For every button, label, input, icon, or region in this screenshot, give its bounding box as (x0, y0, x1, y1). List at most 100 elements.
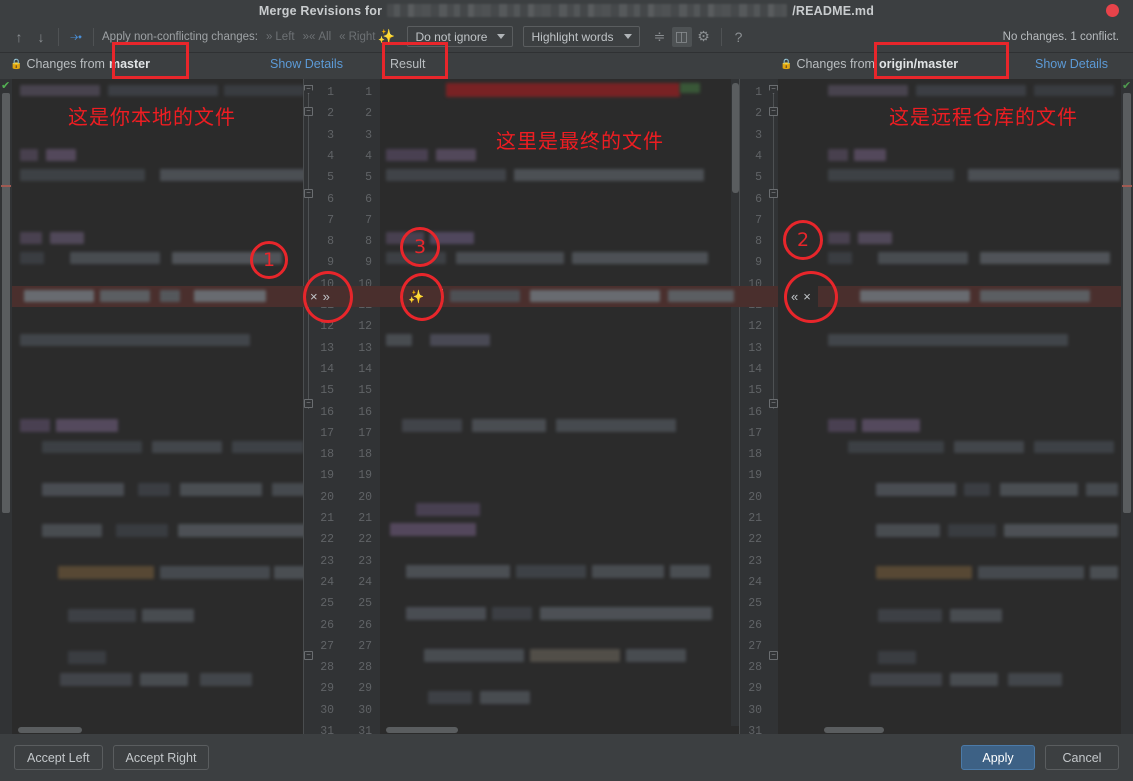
code-line-blur (178, 524, 304, 537)
code-line-blur (20, 419, 50, 432)
apply-non-conflicting-icon[interactable]: ⤞ (66, 27, 86, 47)
code-line-blur (480, 691, 530, 704)
code-line-blur (1034, 85, 1114, 96)
code-line-blur (46, 149, 76, 161)
code-line-blur (828, 85, 908, 96)
code-line-blur (878, 651, 916, 664)
code-line-blur (56, 419, 118, 432)
line-number: 12 (320, 320, 334, 334)
code-line-blur (50, 232, 84, 244)
line-number: 13 (358, 341, 372, 355)
line-number: 8 (327, 235, 334, 249)
fold-start-icon[interactable]: − (769, 189, 778, 198)
line-number: 17 (358, 426, 372, 440)
fold-start-icon[interactable]: − (304, 107, 313, 116)
line-number: 24 (748, 575, 762, 589)
line-number: 8 (755, 235, 762, 249)
code-line-blur (160, 169, 304, 181)
apply-right-button[interactable]: « Right (339, 31, 375, 43)
left-line-number-gutter: − − − − − 123456789101112131415161718192… (304, 79, 342, 737)
merge-revisions-window: Merge Revisions for /README.md ↑ ↓ ⤞ App… (0, 0, 1133, 781)
code-line-blur (224, 85, 304, 96)
apply-left-label: Left (275, 30, 295, 43)
right-show-details-label: Show Details (1035, 57, 1108, 71)
line-number: 29 (748, 682, 762, 696)
result-editor-pane[interactable] (380, 79, 740, 734)
apply-non-conflicting-label: Apply non-conflicting changes: (102, 30, 258, 43)
fold-start-icon[interactable]: − (304, 189, 313, 198)
code-line-blur (68, 651, 106, 664)
accept-left-button[interactable]: Accept Left (14, 745, 103, 770)
code-line-blur (20, 334, 250, 346)
right-scroll-thumb[interactable] (1123, 93, 1131, 513)
code-line-blur (828, 149, 848, 161)
code-line-blur (680, 83, 700, 93)
code-line-blur (968, 169, 1120, 181)
left-header-prefix: Changes from (26, 57, 105, 71)
fold-end-icon[interactable]: − (304, 85, 313, 94)
fold-start-icon[interactable]: − (769, 651, 778, 660)
left-show-details-label: Show Details (270, 57, 343, 71)
cancel-button[interactable]: Cancel (1045, 745, 1119, 770)
arrow-down-icon[interactable]: ↓ (31, 27, 51, 47)
apply-all-button[interactable]: »« All (303, 31, 332, 43)
arrow-up-icon[interactable]: ↑ (9, 27, 29, 47)
conflict-code-blur (100, 290, 150, 302)
annotation-circle-left-actions (303, 271, 353, 323)
line-number: 26 (748, 618, 762, 632)
code-line-blur (152, 441, 222, 453)
annotation-circle-right-actions (784, 271, 838, 323)
line-number: 28 (320, 661, 334, 675)
left-marker-bar[interactable]: ✔ (0, 79, 12, 734)
line-number: 14 (320, 362, 334, 376)
fold-line (308, 89, 309, 409)
line-number: 23 (358, 554, 372, 568)
line-number: 5 (365, 171, 372, 185)
line-number: 6 (327, 192, 334, 206)
right-show-details-link[interactable]: Show Details (1035, 57, 1108, 71)
annotation-marker-2-label: 2 (796, 229, 810, 251)
right-editor-pane[interactable] (818, 79, 1121, 734)
dialog-footer: Accept Left Accept Right Apply Cancel (0, 734, 1133, 781)
code-line-blur (200, 673, 252, 686)
side-by-side-icon[interactable]: ◫ (671, 26, 692, 47)
line-number: 1 (365, 86, 372, 99)
right-marker-bar[interactable]: ✔ (1121, 79, 1133, 734)
fold-start-icon[interactable]: − (769, 399, 778, 408)
collapse-unchanged-icon[interactable]: ≑ (650, 27, 670, 47)
annotation-box-left-branch (112, 42, 189, 79)
result-pane-hscrollbar[interactable] (380, 726, 740, 734)
code-line-blur (954, 441, 1024, 453)
accept-right-button[interactable]: Accept Right (112, 745, 210, 770)
left-editor-pane[interactable] (12, 79, 304, 734)
code-line-blur (20, 85, 100, 96)
fold-end-icon[interactable]: − (769, 85, 778, 94)
line-number: 19 (358, 469, 372, 483)
left-show-details-link[interactable]: Show Details (270, 57, 343, 71)
gear-icon[interactable]: ⚙ (694, 27, 714, 47)
right-pane-hscrollbar[interactable] (818, 726, 1121, 734)
line-number: 26 (358, 618, 372, 632)
no-problems-check-icon: ✔ (1122, 80, 1132, 92)
line-number: 3 (755, 128, 762, 142)
code-line-blur (978, 566, 1084, 579)
left-pane-hscrollbar[interactable] (12, 726, 304, 734)
question-mark-icon[interactable]: ? (729, 27, 749, 47)
code-line-blur (556, 419, 676, 432)
code-line-blur (980, 252, 1110, 264)
fold-start-icon[interactable]: − (769, 107, 778, 116)
line-number: 27 (748, 639, 762, 653)
left-scroll-thumb[interactable] (2, 93, 10, 513)
conflict-tick-marker (1, 185, 11, 187)
code-line-blur (592, 565, 664, 578)
apply-right-label: Right (348, 30, 376, 43)
line-number: 4 (365, 149, 372, 163)
highlight-policy-select[interactable]: Highlight words (523, 26, 640, 47)
apply-left-button[interactable]: » Left (266, 31, 295, 43)
code-line-blur (42, 524, 102, 537)
close-icon[interactable] (1106, 4, 1119, 17)
fold-start-icon[interactable]: − (304, 399, 313, 408)
code-line-blur (116, 524, 168, 537)
apply-button[interactable]: Apply (961, 745, 1035, 770)
fold-start-icon[interactable]: − (304, 651, 313, 660)
